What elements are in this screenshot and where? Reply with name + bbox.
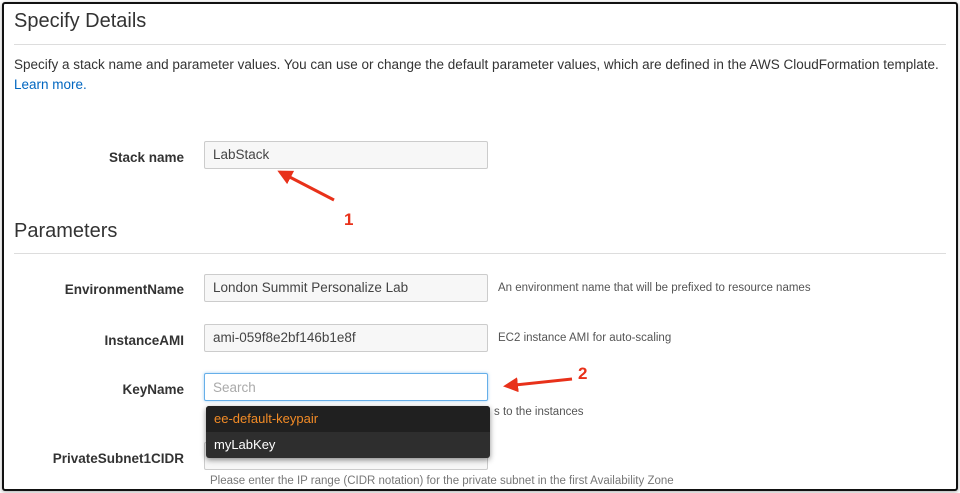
annotation-arrows — [277, 170, 573, 393]
annotation-marker-1: 1 — [344, 210, 354, 229]
cloudformation-details-panel: Specify Details Specify a stack name and… — [2, 2, 958, 491]
annotation-marker-2: 2 — [578, 364, 588, 383]
arrow-to-stack-name — [277, 170, 335, 202]
arrow-to-key-name — [503, 377, 573, 393]
